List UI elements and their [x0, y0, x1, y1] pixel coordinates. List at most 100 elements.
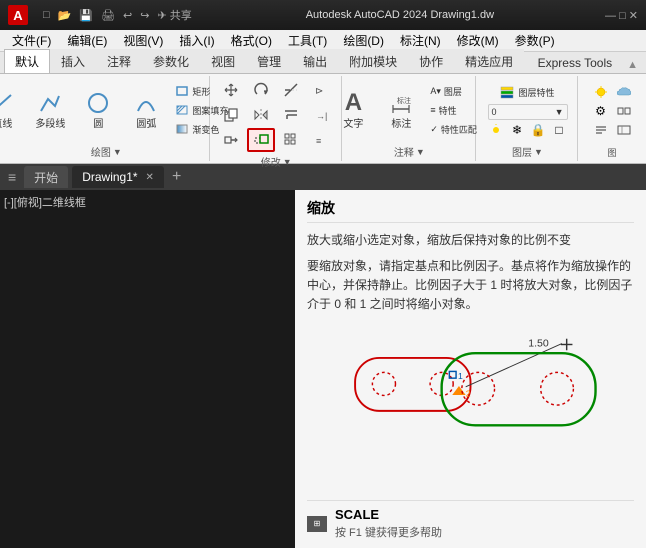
modify-group-dropdown[interactable]: ▼ [283, 157, 292, 167]
tab-addins[interactable]: 附加模块 [338, 49, 408, 73]
modify-trim-button[interactable] [277, 78, 305, 102]
gradient-icon [175, 122, 189, 136]
draw-group-dropdown[interactable]: ▼ [113, 147, 122, 157]
new-icon[interactable]: □ [40, 7, 53, 23]
app-icon[interactable]: A [8, 5, 28, 25]
open-icon[interactable]: 📂 [55, 7, 75, 24]
svg-text:1.50: 1.50 [528, 337, 549, 349]
modify-copy-button[interactable] [217, 103, 245, 127]
layer-sun-button[interactable] [486, 122, 506, 138]
draw-line-button[interactable]: 直线 [0, 82, 24, 138]
annot-linestyle-icon: A▾ [430, 86, 441, 97]
share-icon[interactable]: ✈ 共享 [154, 5, 194, 25]
tab-hamburger-icon[interactable]: ≡ [8, 169, 16, 185]
menu-params[interactable]: 参数(P) [507, 30, 563, 51]
block-button[interactable] [613, 121, 635, 139]
cloud-button[interactable] [613, 83, 635, 101]
tab-collaborate[interactable]: 协作 [408, 49, 454, 73]
sun-icon [490, 124, 502, 136]
menu-edit[interactable]: 编辑(E) [59, 30, 115, 51]
modify-scale-button[interactable] [247, 128, 275, 152]
menu-dimension[interactable]: 标注(N) [392, 30, 449, 51]
layers-group-label[interactable]: 图层 ▼ [512, 144, 543, 159]
modify-group-content: ⊳ →| [217, 78, 335, 152]
right-buttons: ⚙ [590, 83, 635, 139]
modify-group-label[interactable]: 修改 ▼ [261, 154, 292, 169]
quick-access-toolbar: □ 📂 💾 🖨 ↩ ↪ ✈ 共享 [40, 5, 195, 25]
ribbon-group-layers: 图层特性 0 ▼ ❄ 🔒 □ 图层 ▼ [478, 76, 578, 161]
layer-dropdown-arrow: ▼ [555, 107, 564, 117]
menu-modify[interactable]: 修改(M) [449, 30, 507, 51]
tab-annotate[interactable]: 注释 [96, 49, 142, 73]
tab-drawing1-label: Drawing1* [82, 170, 137, 184]
ribbon: 直线 多段线 圆 圆弧 [0, 74, 646, 164]
group-button[interactable] [613, 102, 635, 120]
svg-text:1: 1 [458, 371, 463, 381]
tab-view[interactable]: 视图 [200, 49, 246, 73]
main-area: [-][俯视]二维线框 缩放 放大或缩小选定对象，缩放后保持对象的比例不变 要缩… [0, 190, 646, 548]
ribbon-collapse-btn[interactable]: ▲ [623, 57, 642, 73]
tab-manage[interactable]: 管理 [246, 49, 292, 73]
menu-tools[interactable]: 工具(T) [280, 30, 335, 51]
annotate-dimension-button[interactable]: 标注 标注 [379, 82, 423, 138]
modify-mirror-button[interactable] [247, 103, 275, 127]
layer-freeze-button[interactable]: ❄ [507, 122, 527, 138]
tab-add-button[interactable]: + [168, 168, 185, 186]
draw-polyline-label: 多段线 [35, 115, 65, 130]
layer-lock-button[interactable]: 🔒 [528, 122, 548, 138]
tab-insert[interactable]: 插入 [50, 49, 96, 73]
undo-icon[interactable]: ↩ [120, 7, 135, 24]
modify-extend-button[interactable] [277, 103, 305, 127]
tab-express-tools[interactable]: Express Tools [527, 52, 623, 73]
layers-group-content: 图层特性 0 ▼ ❄ 🔒 □ [483, 78, 573, 142]
svg-text:→|: →| [316, 111, 327, 121]
properties-button[interactable] [590, 121, 612, 139]
tab-default[interactable]: 默认 [4, 49, 50, 73]
svg-text:⊳: ⊳ [315, 86, 323, 97]
layer-color-button[interactable]: □ [549, 122, 569, 138]
tab-drawing1-close[interactable]: ✕ [146, 172, 154, 183]
annotate-text-button[interactable]: A 文字 [331, 82, 375, 138]
draw-circle-label: 圆 [93, 115, 103, 130]
draw-group-label[interactable]: 绘图 ▼ [91, 144, 122, 159]
draw-arc-button[interactable]: 圆弧 [124, 82, 168, 138]
layers-dropdown[interactable]: ▼ [534, 147, 543, 157]
annot-match-label: 特性匹配 [441, 123, 477, 136]
modify-rotate-button[interactable] [247, 78, 275, 102]
annotation-group-dropdown[interactable]: ▼ [416, 147, 425, 157]
modify-array-button[interactable] [277, 128, 305, 152]
svg-text:2: 2 [466, 388, 471, 398]
draw-circle-button[interactable]: 圆 [76, 82, 120, 138]
menu-format[interactable]: 格式(O) [223, 30, 280, 51]
annot-match-icon: ✓ [430, 124, 438, 135]
modify-stretch-button[interactable] [217, 128, 245, 152]
circle-icon [86, 91, 110, 115]
menu-insert[interactable]: 插入(I) [171, 30, 222, 51]
text-label: 文字 [343, 115, 363, 130]
gear-button[interactable]: ⚙ [590, 102, 612, 120]
draw-polyline-button[interactable]: 多段线 [28, 82, 72, 138]
menu-file[interactable]: 文件(F) [4, 30, 59, 51]
tab-start[interactable]: 开始 [24, 166, 68, 188]
save-icon[interactable]: 💾 [76, 7, 96, 24]
tab-drawing1[interactable]: Drawing1* ✕ [72, 166, 164, 188]
sun-render-button[interactable] [590, 83, 612, 101]
annot-prop-label: 特性 [439, 104, 457, 117]
hatch-icon [175, 103, 189, 117]
plot-icon[interactable]: 🖨 [98, 7, 118, 24]
menu-view[interactable]: 视图(V) [115, 30, 171, 51]
tab-featured[interactable]: 精选应用 [454, 49, 524, 73]
layer-panel-button[interactable]: 图层特性 [483, 82, 573, 102]
layer-dropdown[interactable]: 0 ▼ [488, 104, 568, 120]
arc-icon [134, 91, 158, 115]
modify-move-button[interactable] [217, 78, 245, 102]
tab-output[interactable]: 输出 [292, 49, 338, 73]
annotation-group-label[interactable]: 注释 ▼ [394, 144, 425, 159]
tab-parametric[interactable]: 参数化 [142, 49, 200, 73]
annotation-group-content: A 文字 标注 标注 A▾ 图层 ≡ 特性 [331, 78, 487, 142]
rect-icon [175, 84, 189, 98]
help-hint: 按 F1 键获得更多帮助 [335, 524, 442, 540]
redo-icon[interactable]: ↪ [137, 7, 152, 24]
canvas-panel: [-][俯视]二维线框 [0, 190, 295, 548]
menu-draw[interactable]: 绘图(D) [335, 30, 392, 51]
